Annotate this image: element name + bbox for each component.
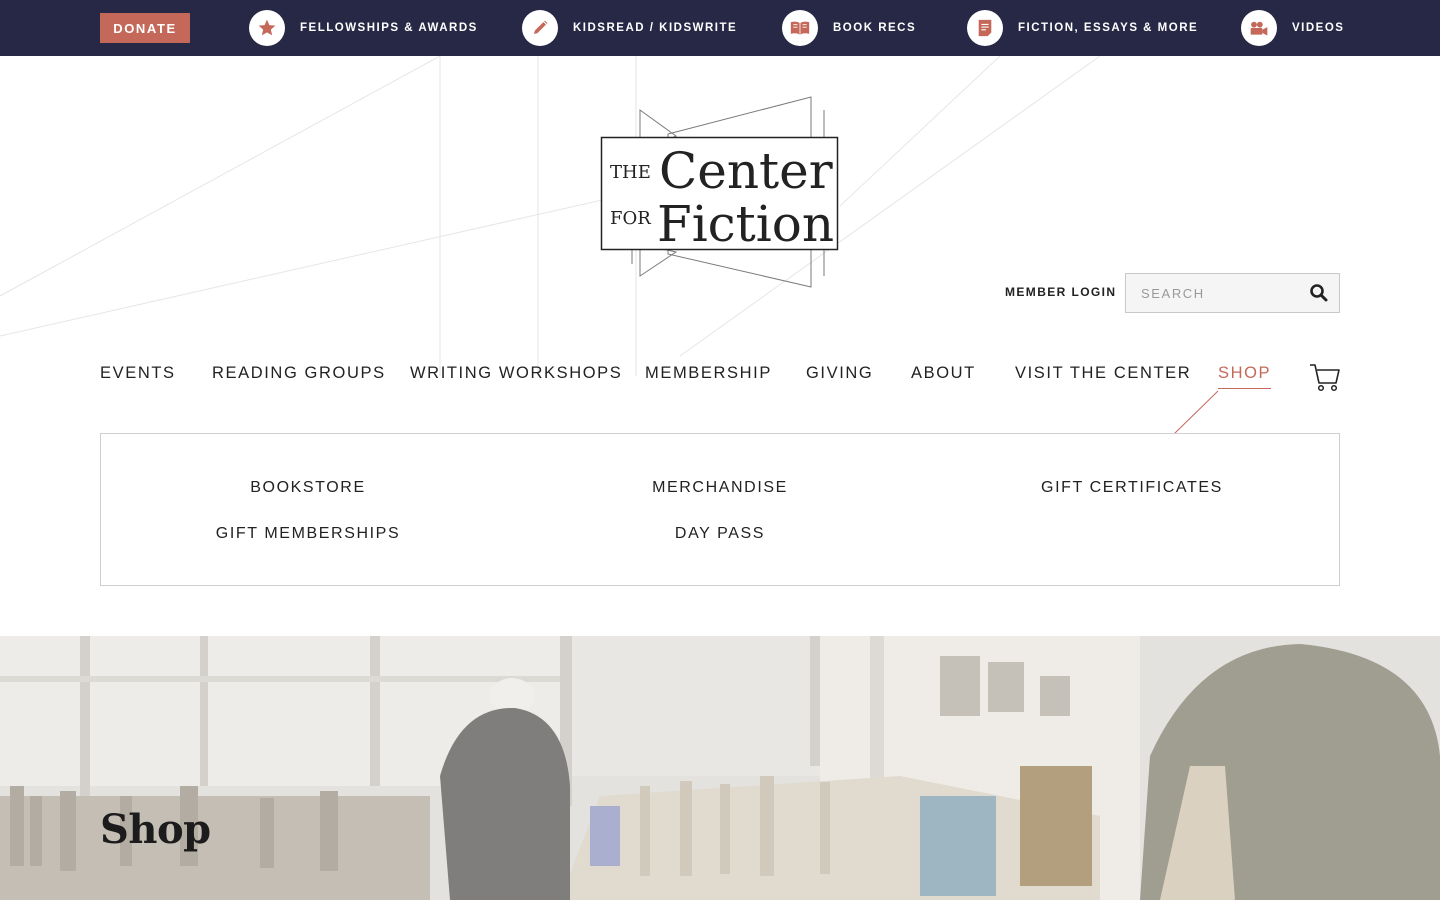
- book-recs-link[interactable]: BOOK RECS: [782, 10, 916, 46]
- logo-the-text: THE: [610, 162, 651, 183]
- hero-banner: Shop: [0, 636, 1440, 900]
- fiction-essays-link[interactable]: FICTION, ESSAYS & MORE: [967, 10, 1198, 46]
- book-recs-label: BOOK RECS: [833, 22, 917, 34]
- logo-fiction-text: Fiction: [657, 195, 834, 253]
- page-title: Shop: [100, 806, 211, 853]
- kidsread-kidswrite-link[interactable]: KIDSREAD / KIDSWRITE: [522, 10, 737, 46]
- dropdown-item-bookstore[interactable]: BOOKSTORE: [250, 479, 365, 497]
- nav-item-giving[interactable]: GIVING: [806, 364, 873, 388]
- nav-item-events[interactable]: EVENTS: [100, 364, 176, 388]
- search-icon[interactable]: [1309, 283, 1329, 303]
- nav-item-writing-workshops[interactable]: WRITING WORKSHOPS: [410, 364, 622, 388]
- fellowships-awards-label: FELLOWSHIPS & AWARDS: [300, 22, 478, 34]
- logo-center-text: Center: [659, 142, 833, 200]
- videos-link[interactable]: VIDEOS: [1241, 10, 1344, 46]
- dropdown-item-merchandise[interactable]: MERCHANDISE: [652, 479, 788, 497]
- main-navigation: EVENTS READING GROUPS WRITING WORKSHOPS …: [0, 364, 1440, 394]
- bookstore-photo: [0, 636, 1440, 900]
- videos-label: VIDEOS: [1292, 22, 1345, 34]
- donate-button[interactable]: DONATE: [100, 13, 190, 43]
- dropdown-item-gift-memberships[interactable]: GIFT MEMBERSHIPS: [216, 525, 400, 543]
- nav-item-about[interactable]: ABOUT: [911, 364, 976, 388]
- center-for-fiction-logo[interactable]: THE Center FOR Fiction: [596, 94, 846, 290]
- logo-for-text: FOR: [610, 208, 651, 229]
- utility-bar: DONATE FELLOWSHIPS & AWARDS KIDSREAD / K…: [0, 0, 1440, 56]
- kidsread-kidswrite-label: KIDSREAD / KIDSWRITE: [573, 22, 738, 34]
- shop-dropdown-menu: BOOKSTORE MERCHANDISE GIFT CERTIFICATES …: [100, 433, 1340, 586]
- dropdown-pointer-line: [1173, 390, 1219, 435]
- member-login-link[interactable]: MEMBER LOGIN: [1005, 285, 1116, 299]
- dropdown-item-day-pass[interactable]: DAY PASS: [675, 525, 765, 543]
- nav-item-shop[interactable]: SHOP: [1218, 364, 1272, 389]
- document-icon: [967, 10, 1003, 46]
- pencil-icon: [522, 10, 558, 46]
- nav-item-visit-the-center[interactable]: VISIT THE CENTER: [1015, 364, 1191, 388]
- nav-item-reading-groups[interactable]: READING GROUPS: [212, 364, 386, 388]
- search-bar: [1125, 273, 1340, 313]
- search-input[interactable]: [1126, 274, 1296, 312]
- shopping-cart-icon[interactable]: [1308, 360, 1342, 394]
- nav-item-membership[interactable]: MEMBERSHIP: [645, 364, 772, 388]
- fellowships-awards-link[interactable]: FELLOWSHIPS & AWARDS: [249, 10, 478, 46]
- dropdown-item-gift-certificates[interactable]: GIFT CERTIFICATES: [1041, 479, 1223, 497]
- video-camera-icon: [1241, 10, 1277, 46]
- open-book-icon: [782, 10, 818, 46]
- star-icon: [249, 10, 285, 46]
- fiction-essays-label: FICTION, ESSAYS & MORE: [1018, 22, 1199, 34]
